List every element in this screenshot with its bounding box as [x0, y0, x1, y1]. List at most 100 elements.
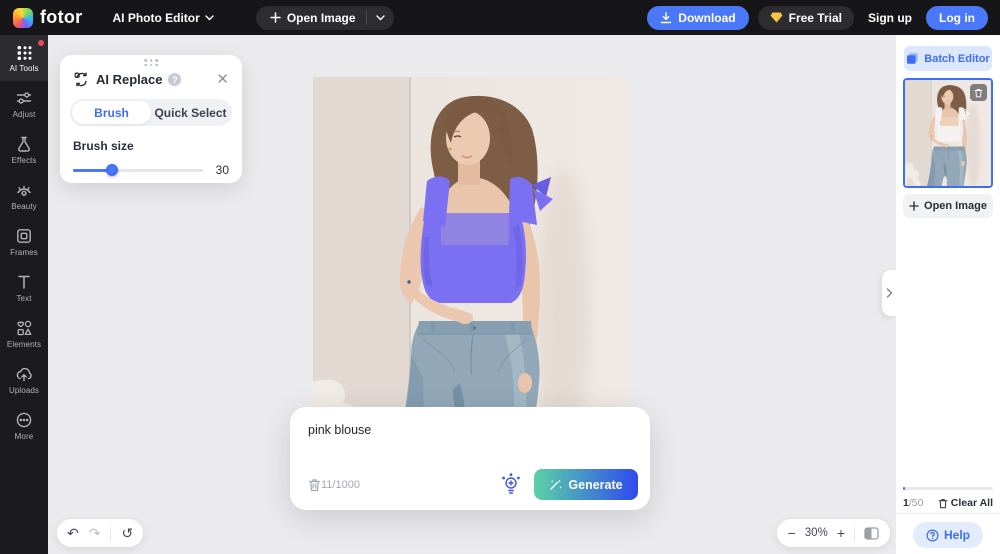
sidebar-item-frames[interactable]: Frames: [0, 219, 48, 265]
clear-all-button[interactable]: Clear All: [938, 497, 993, 509]
generate-label: Generate: [568, 477, 623, 492]
usage-total: /50: [908, 497, 924, 509]
fotor-logo-icon: [13, 7, 33, 28]
usage-progress-fill: [903, 487, 905, 490]
undo-button[interactable]: ↶: [67, 526, 79, 540]
sidebar-item-effects[interactable]: Effects: [0, 127, 48, 173]
prompt-card: pink blouse 11/1000 Generate: [290, 407, 650, 510]
batch-editor-button[interactable]: Batch Editor: [904, 46, 992, 71]
sidebar-item-label: Uploads: [8, 386, 40, 395]
image-list-panel: Batch Editor Open Image 1 /50 Clear All …: [896, 35, 1000, 554]
batch-editor-label: Batch Editor: [924, 52, 990, 65]
zoom-level[interactable]: 30%: [805, 527, 828, 539]
ai-replace-icon: [74, 72, 87, 87]
top-bar: fotor AI Photo Editor Open Image Downloa…: [0, 0, 1000, 35]
elements-icon: [17, 320, 32, 336]
brush-size-slider[interactable]: [73, 163, 203, 177]
sidebar-item-label: Frames: [10, 248, 38, 257]
brush-size-label: Brush size: [73, 139, 134, 153]
sidebar-item-label: Effects: [11, 156, 37, 165]
brush-slider-thumb[interactable]: [106, 164, 118, 176]
sidebar-item-adjust[interactable]: Adjust: [0, 81, 48, 127]
sidebar-item-elements[interactable]: Elements: [0, 311, 48, 357]
log-in-button[interactable]: Log in: [926, 5, 988, 30]
zoom-out-button[interactable]: −: [788, 525, 796, 541]
fotor-logo-text: fotor: [40, 7, 83, 27]
reset-button[interactable]: ↺: [121, 526, 133, 540]
sidebar-item-beauty[interactable]: Beauty: [0, 173, 48, 219]
compare-view-icon[interactable]: [864, 526, 879, 540]
divider: [110, 526, 112, 540]
log-in-label: Log in: [939, 10, 975, 25]
sidebar-item-label: Elements: [6, 340, 42, 349]
editor-mode-menu[interactable]: AI Photo Editor: [112, 11, 214, 25]
chevron-down-icon: [205, 14, 214, 20]
sign-up-link[interactable]: Sign up: [863, 11, 917, 25]
left-tool-rail: AI Tools Adjust Effects Beauty Frames Te…: [0, 35, 48, 554]
sidebar-item-text[interactable]: Text: [0, 265, 48, 311]
zoom-in-button[interactable]: +: [837, 525, 845, 541]
chevron-down-icon: [375, 14, 385, 20]
sidebar-item-label: Beauty: [11, 202, 37, 211]
clear-all-label: Clear All: [950, 497, 993, 509]
chevron-right-icon: [886, 288, 892, 298]
text-icon: [18, 275, 30, 289]
history-toolbar: ↶ ↷ ↺: [57, 519, 144, 547]
help-icon: [926, 529, 939, 541]
char-counter: 11/1000: [321, 478, 360, 491]
uploads-icon: [16, 367, 32, 382]
trash-icon: [938, 498, 948, 508]
open-image-split-button: Open Image: [255, 5, 394, 30]
selection-mode-tabs: Brush Quick Select: [70, 99, 232, 126]
more-icon: [16, 412, 32, 428]
notification-dot: [38, 40, 44, 46]
open-image-label: Open Image: [924, 200, 987, 212]
frames-icon: [17, 229, 31, 243]
help-button[interactable]: Help: [913, 522, 983, 548]
tab-brush[interactable]: Brush: [72, 101, 151, 124]
sidebar-item-label: AI Tools: [9, 64, 39, 73]
redo-button[interactable]: ↷: [89, 526, 101, 540]
ai-replace-panel: AI Replace ? ✕ Brush Quick Select Brush …: [60, 55, 242, 183]
fotor-logo[interactable]: fotor: [13, 7, 82, 28]
sidebar-item-ai-tools[interactable]: AI Tools: [0, 35, 48, 81]
divider: [854, 526, 855, 540]
open-image-button[interactable]: Open Image: [256, 11, 366, 25]
generate-button[interactable]: Generate: [534, 469, 638, 500]
trash-icon: [974, 88, 983, 97]
sidebar-item-label: Text: [16, 294, 32, 303]
batch-layers-icon: [907, 53, 919, 64]
open-image-button-right[interactable]: Open Image: [903, 194, 993, 218]
beauty-icon: [17, 185, 31, 196]
close-icon[interactable]: ✕: [216, 72, 229, 87]
plus-icon: [909, 201, 919, 211]
prompt-input[interactable]: pink blouse: [308, 423, 371, 437]
drag-handle[interactable]: [144, 59, 158, 66]
tab-quick-select[interactable]: Quick Select: [151, 101, 230, 124]
free-trial-label: Free Trial: [788, 10, 842, 25]
open-image-label: Open Image: [286, 10, 356, 25]
panel-title: AI Replace: [96, 72, 163, 87]
divider: [896, 513, 1000, 514]
editor-canvas: AI Replace ? ✕ Brush Quick Select Brush …: [48, 35, 896, 554]
delete-image-button[interactable]: [970, 84, 987, 101]
open-image-dropdown-button[interactable]: [367, 14, 394, 21]
effects-icon: [17, 136, 31, 152]
plus-icon: [270, 12, 281, 23]
download-button[interactable]: Download: [647, 5, 749, 30]
image-thumbnail[interactable]: [903, 78, 993, 188]
usage-progress-bar: [903, 487, 993, 490]
idea-bulb-icon[interactable]: [500, 472, 522, 497]
zoom-toolbar: − 30% +: [776, 519, 890, 547]
magic-wand-icon: [550, 479, 562, 490]
help-label: Help: [943, 528, 970, 542]
free-trial-button[interactable]: Free Trial: [757, 5, 854, 30]
clear-prompt-trash-icon[interactable]: [308, 478, 321, 492]
ai-tools-icon: [17, 46, 32, 60]
collapse-right-panel-button[interactable]: [882, 270, 896, 316]
brush-size-value: 30: [215, 163, 229, 177]
help-tooltip-icon[interactable]: ?: [168, 73, 182, 86]
sidebar-item-more[interactable]: More: [0, 403, 48, 449]
adjust-icon: [16, 92, 32, 104]
sidebar-item-uploads[interactable]: Uploads: [0, 357, 48, 403]
